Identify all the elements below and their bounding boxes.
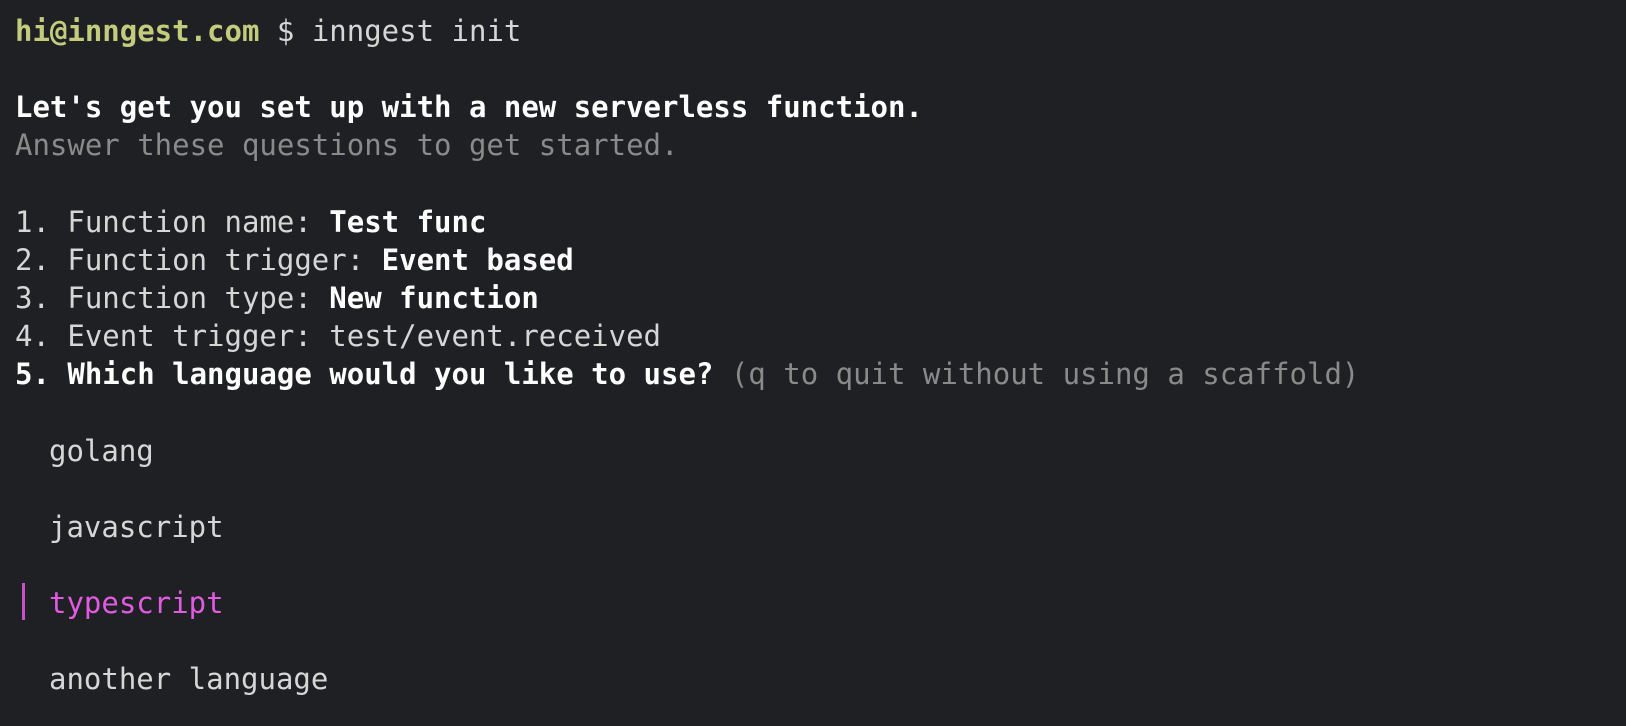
question-label: 3. Function type: xyxy=(15,281,330,315)
intro-subheading: Answer these questions to get started. xyxy=(15,128,679,162)
prompt-command: inngest init xyxy=(311,14,522,48)
question-answer: test/event.received xyxy=(329,319,662,353)
selection-indicator xyxy=(22,583,25,620)
question-label: 1. Function name: xyxy=(15,205,330,239)
intro-heading: Let's get you set up with a new serverle… xyxy=(15,90,923,124)
question-2: 2. Function trigger: Event based xyxy=(15,241,574,279)
language-option-golang[interactable]: golang xyxy=(49,432,154,470)
language-option-javascript[interactable]: javascript xyxy=(49,508,224,546)
prompt-user: hi@inngest.com xyxy=(15,14,260,48)
question-4: 4. Event trigger: test/event.received xyxy=(15,317,661,355)
prompt-symbol: $ xyxy=(276,14,295,48)
language-option-typescript[interactable]: typescript xyxy=(49,584,224,622)
terminal-window: hi@inngest.com $ inngest init Let's get … xyxy=(0,0,1626,726)
question-3: 3. Function type: New function xyxy=(15,279,539,317)
quit-hint: (q to quit without using a scaffold) xyxy=(713,357,1360,391)
current-question-label: 5. Which language would you like to use? xyxy=(15,357,714,391)
question-answer: New function xyxy=(329,281,539,315)
question-label: 4. Event trigger: xyxy=(15,319,330,353)
question-1: 1. Function name: Test func xyxy=(15,203,486,241)
prompt-line: hi@inngest.com $ inngest init xyxy=(15,12,521,50)
question-label: 2. Function trigger: xyxy=(15,243,382,277)
question-answer: Test func xyxy=(329,205,487,239)
question-answer: Event based xyxy=(381,243,574,277)
language-option-another[interactable]: another language xyxy=(49,660,328,698)
question-5: 5. Which language would you like to use?… xyxy=(15,355,1359,393)
